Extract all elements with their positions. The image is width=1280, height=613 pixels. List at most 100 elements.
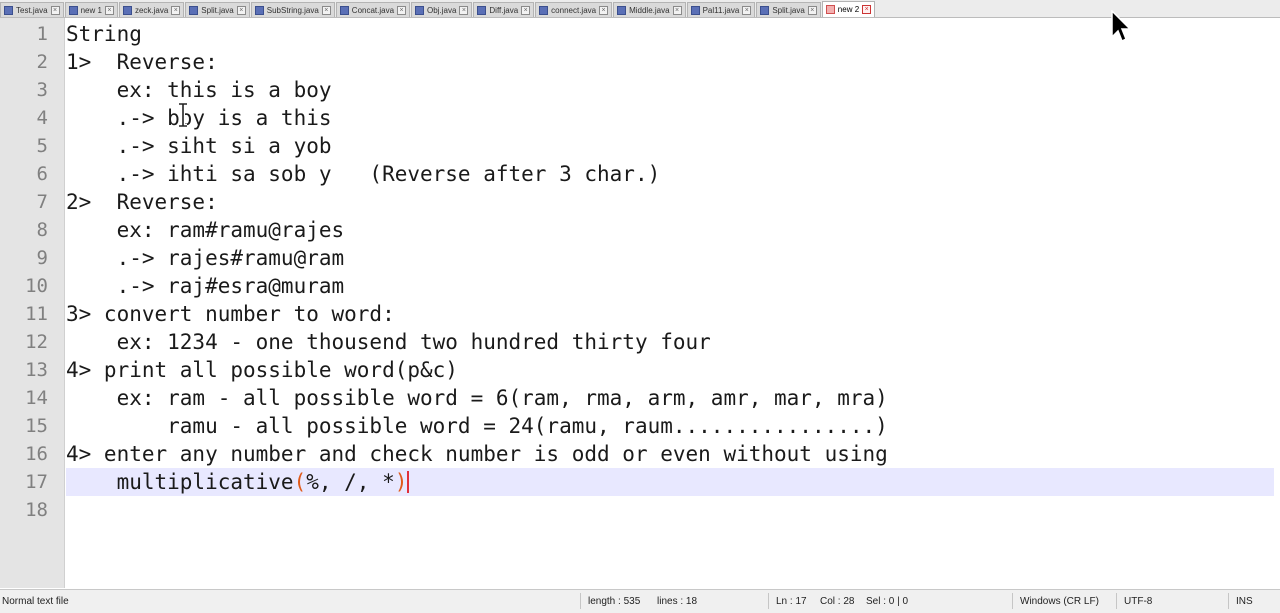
code-line[interactable]: ex: this is a boy [66,76,1274,104]
tab-label: SubString.java [266,5,319,15]
code-line[interactable]: 3> convert number to word: [66,300,1274,328]
code-line[interactable]: ex: ram - all possible word = 6(ram, rma… [66,384,1274,412]
tab-new-1[interactable]: new 1 × [64,2,118,17]
tab-label: Diff.java [489,5,519,15]
status-insert-mode: INS [1236,596,1253,607]
line-number: 18 [25,499,48,521]
brace-highlight-close: ) [394,470,408,494]
file-icon [477,5,487,15]
line-number: 7 [36,191,48,213]
current-code-line[interactable]: multiplicative(%, /, *) [66,468,1274,496]
code-line[interactable]: .-> raj#esra@muram [66,272,1274,300]
file-icon [254,5,264,15]
close-icon[interactable]: × [807,5,817,15]
line-number: 8 [36,219,48,241]
tab-zeck-java[interactable]: zeck.java × [118,2,185,17]
code-line[interactable]: .-> ihti sa sob y (Reverse after 3 char.… [66,160,1274,188]
code-line[interactable]: String [66,20,1274,48]
status-divider [1012,593,1013,609]
tab-diff-java[interactable]: Diff.java × [473,2,535,17]
status-file-type: Normal text file [2,596,69,607]
line-number: 16 [25,443,48,465]
file-icon [415,5,425,15]
close-icon[interactable]: × [862,5,872,14]
close-icon[interactable]: × [50,5,60,15]
tab-substring-java[interactable]: SubString.java × [250,2,335,17]
tab-middle-java[interactable]: Middle.java × [613,2,686,17]
ibeam-cursor-icon [179,102,187,128]
tab-label: zeck.java [134,5,169,15]
file-icon [760,5,770,15]
status-col: Col : 28 [820,596,855,607]
file-icon [690,5,700,15]
line-number: 2 [36,51,48,73]
tab-label: Split.java [772,5,805,15]
tab-test-java[interactable]: Test.java × [0,2,64,17]
close-icon[interactable]: × [521,5,531,15]
tab-label: Middle.java [629,5,670,15]
code-line[interactable] [66,496,1274,524]
code-line[interactable]: ex: 1234 - one thousend two hundred thir… [66,328,1274,356]
close-icon[interactable]: × [397,5,407,15]
code-line[interactable]: ex: ram#ramu@rajes [66,216,1274,244]
status-encoding[interactable]: UTF-8 [1124,596,1152,607]
close-icon[interactable]: × [321,5,331,15]
mouse-pointer-icon [1111,10,1132,43]
file-icon [339,5,349,15]
line-number: 6 [36,163,48,185]
line-number: 4 [36,107,48,129]
code-text[interactable]: String 1> Reverse: ex: this is a boy .->… [66,18,1274,588]
close-icon[interactable]: × [672,5,682,15]
tab-bar: Test.java × new 1 × zeck.java × Split.ja… [0,0,1280,18]
tab-label: Concat.java [351,5,395,15]
file-icon [4,5,13,15]
close-icon[interactable]: × [599,5,609,15]
tab-label: new 1 [80,5,102,15]
code-line[interactable]: ramu - all possible word = 24(ramu, raum… [66,412,1274,440]
code-line[interactable]: .-> siht si a yob [66,132,1274,160]
unsaved-file-icon [825,5,835,14]
tab-label: Obj.java [427,5,457,15]
status-eol[interactable]: Windows (CR LF) [1020,596,1099,607]
tab-connect-java[interactable]: connect.java × [535,2,613,17]
tab-split-java[interactable]: Split.java × [185,2,250,17]
close-icon[interactable]: × [171,5,181,15]
status-divider [768,593,769,609]
line-number: 10 [25,275,48,297]
code-text-segment: %, /, * [306,470,395,494]
line-number: 3 [36,79,48,101]
file-icon [68,5,78,15]
tab-label: new 2 [837,5,860,14]
tab-concat-java[interactable]: Concat.java × [335,2,411,17]
close-icon[interactable]: × [104,5,114,15]
status-bar: Normal text file length : 535 lines : 18… [0,589,1280,613]
close-icon[interactable]: × [236,5,246,15]
tab-obj-java[interactable]: Obj.java × [411,2,473,17]
close-icon[interactable]: × [459,5,469,15]
code-line[interactable]: .-> boy is a this [66,104,1274,132]
status-ln: Ln : 17 [776,596,807,607]
line-number: 15 [25,415,48,437]
tab-label: Split.java [201,5,234,15]
status-divider [1116,593,1117,609]
line-number: 11 [25,303,48,325]
status-length: length : 535 [588,596,641,607]
line-number: 13 [25,359,48,381]
code-line[interactable]: 4> enter any number and check number is … [66,440,1274,468]
close-icon[interactable]: × [742,5,752,15]
editor-area[interactable]: 1 2 3 4 5 6 7 8 9 10 11 12 13 14 15 16 1… [0,18,1280,588]
code-line[interactable]: .-> rajes#ramu@ram [66,244,1274,272]
tab-split-java-2[interactable]: Split.java × [756,2,821,17]
code-line[interactable]: 2> Reverse: [66,188,1274,216]
file-icon [539,5,549,15]
tab-label: connect.java [551,5,597,15]
status-lines: lines : 18 [657,596,698,607]
code-line[interactable]: 4> print all possible word(p&c) [66,356,1274,384]
code-line[interactable]: 1> Reverse: [66,48,1274,76]
line-number-gutter: 1 2 3 4 5 6 7 8 9 10 11 12 13 14 15 16 1… [0,18,65,588]
tab-pal11-java[interactable]: Pal11.java × [686,2,756,17]
line-number: 14 [25,387,48,409]
tab-new-2[interactable]: new 2 × [821,1,876,17]
file-icon [617,5,627,15]
file-icon [189,5,199,15]
